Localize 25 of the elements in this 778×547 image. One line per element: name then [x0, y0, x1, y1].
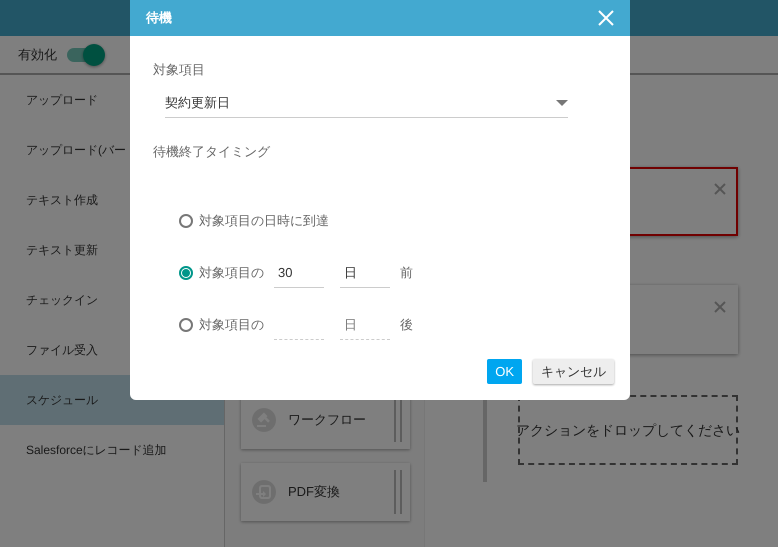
action-label: ワークフロー [288, 411, 367, 430]
option-label: 前 [400, 264, 413, 282]
field-label: 対象項目 [153, 62, 205, 77]
option-label: 対象項目の [199, 316, 264, 334]
option-label: 後 [400, 316, 413, 334]
select-field[interactable]: 契約更新日 [165, 90, 568, 118]
ok-button[interactable]: OK [487, 358, 522, 384]
option-label: 対象項目の [199, 264, 264, 282]
action-card[interactable]: PDF変換 [241, 463, 410, 521]
field-label: 待機終了タイミング [153, 142, 272, 160]
toggle-label: 有効化 [18, 46, 57, 64]
cancel-button[interactable]: キャンセル [533, 358, 614, 384]
sidebar-item[interactable]: Salesforceにレコード追加 [0, 425, 224, 475]
drag-handle-icon[interactable] [394, 398, 402, 442]
option-label: 対象項目の日時に到達 [199, 212, 329, 230]
caret-icon [556, 100, 568, 106]
radio-button[interactable] [179, 318, 193, 332]
radio-button[interactable] [179, 266, 193, 280]
close-icon[interactable] [714, 301, 726, 313]
radio-button[interactable] [179, 214, 193, 228]
close-button[interactable] [598, 10, 614, 26]
drag-handle-icon[interactable] [394, 470, 402, 514]
dialog-title: 待機 [146, 9, 172, 28]
action-label: PDF変換 [288, 483, 341, 502]
close-icon[interactable] [714, 183, 726, 195]
